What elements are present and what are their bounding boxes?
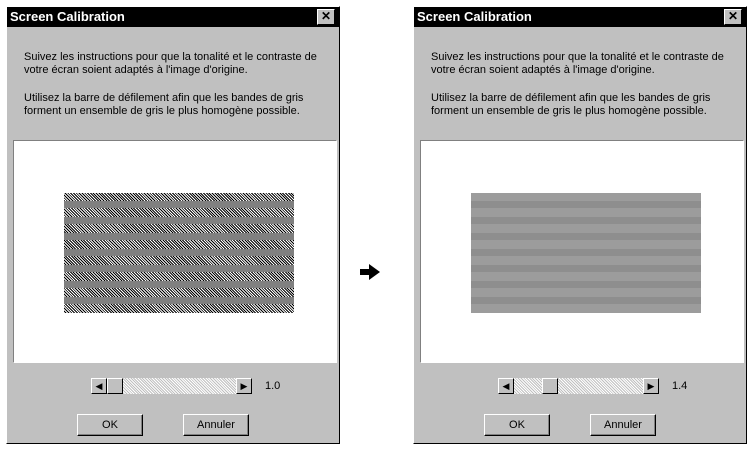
ok-button[interactable]: OK bbox=[484, 414, 550, 436]
dialog-title: Screen Calibration bbox=[417, 9, 532, 24]
scroll-value: 1.4 bbox=[672, 380, 688, 392]
close-icon: ✕ bbox=[727, 9, 739, 23]
scroll-value: 1.0 bbox=[265, 380, 281, 392]
right-arrow-icon: ▶ bbox=[240, 381, 248, 391]
gray-bands-preview bbox=[13, 140, 337, 363]
scroll-left-button[interactable]: ◀ bbox=[498, 378, 514, 394]
close-button[interactable]: ✕ bbox=[317, 9, 335, 25]
calibration-dialog-after: Screen Calibration ✕ Suivez les instruct… bbox=[413, 6, 747, 444]
left-arrow-icon: ◀ bbox=[95, 381, 103, 391]
left-arrow-icon: ◀ bbox=[502, 381, 510, 391]
instruction-text-2: Utilisez la barre de défilement afin que… bbox=[24, 92, 304, 117]
calibration-scrollbar[interactable]: ◀ ▶ bbox=[91, 378, 252, 394]
instruction-text-1: Suivez les instructions pour que la tona… bbox=[431, 51, 724, 76]
right-arrow-icon bbox=[360, 264, 380, 280]
instruction-text-1: Suivez les instructions pour que la tona… bbox=[24, 51, 317, 76]
close-button[interactable]: ✕ bbox=[724, 9, 742, 25]
calibration-scrollbar[interactable]: ◀ ▶ bbox=[498, 378, 659, 394]
dialog-title: Screen Calibration bbox=[10, 9, 125, 24]
gray-bands-preview bbox=[420, 140, 744, 363]
gray-pattern-image bbox=[64, 193, 294, 313]
close-icon: ✕ bbox=[320, 9, 332, 23]
scroll-right-button[interactable]: ▶ bbox=[643, 378, 659, 394]
scrollbar-thumb[interactable] bbox=[107, 378, 123, 394]
title-bar[interactable]: Screen Calibration ✕ bbox=[414, 7, 746, 27]
scroll-left-button[interactable]: ◀ bbox=[91, 378, 107, 394]
gray-bands-image bbox=[471, 193, 701, 313]
cancel-button[interactable]: Annuler bbox=[183, 414, 249, 436]
scrollbar-thumb[interactable] bbox=[542, 378, 559, 394]
title-bar[interactable]: Screen Calibration ✕ bbox=[7, 7, 339, 27]
instruction-text-2: Utilisez la barre de défilement afin que… bbox=[431, 92, 711, 117]
right-arrow-icon: ▶ bbox=[647, 381, 655, 391]
scroll-right-button[interactable]: ▶ bbox=[236, 378, 252, 394]
ok-button[interactable]: OK bbox=[77, 414, 143, 436]
cancel-button[interactable]: Annuler bbox=[590, 414, 656, 436]
calibration-dialog-before: Screen Calibration ✕ Suivez les instruct… bbox=[6, 6, 340, 444]
